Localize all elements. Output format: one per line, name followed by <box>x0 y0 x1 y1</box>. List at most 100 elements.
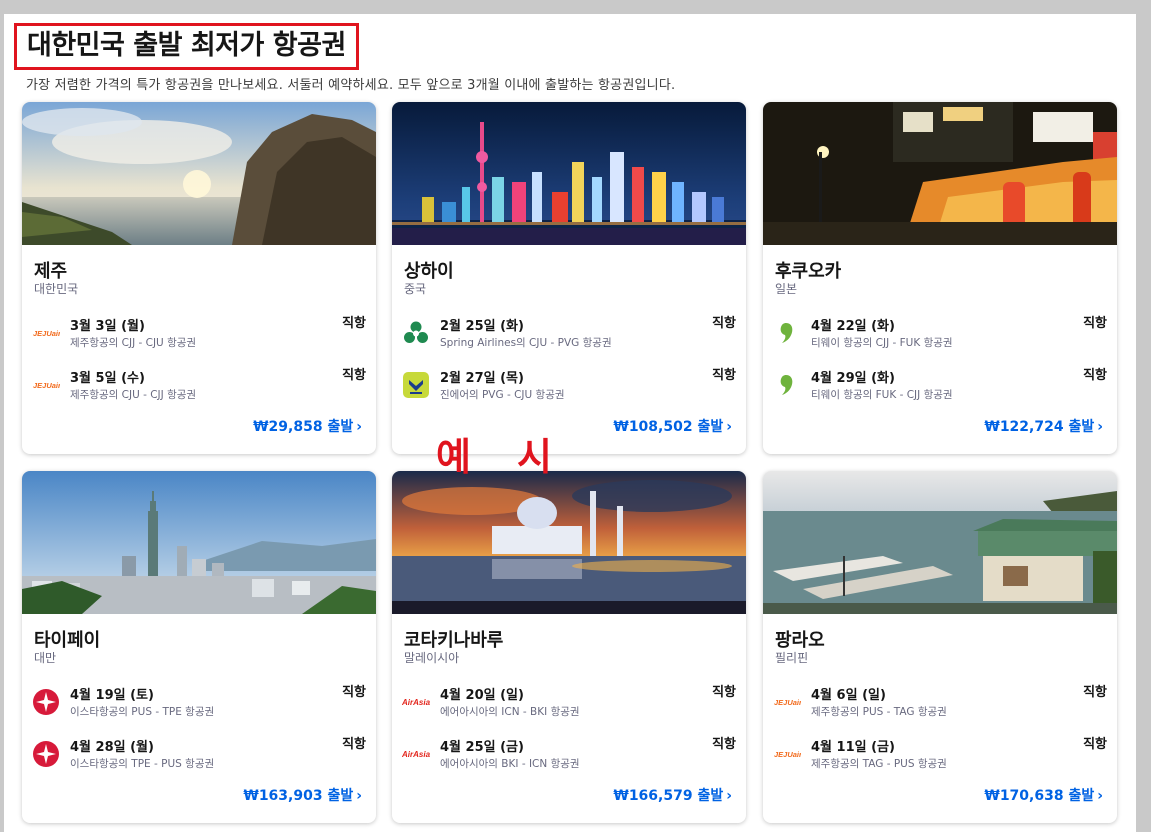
price-link[interactable]: ₩170,638 출발 › <box>984 785 1103 805</box>
airasia-logo-icon <box>402 740 430 768</box>
destination-photo-kota-kinabalu <box>392 471 746 614</box>
price-label: ₩29,858 출발 <box>253 419 354 435</box>
tway-logo-icon <box>773 319 801 347</box>
jejuair-logo-icon <box>32 319 60 347</box>
chevron-right-icon: › <box>356 419 362 435</box>
price-link[interactable]: ₩108,502 출발 › <box>613 416 732 436</box>
flight-row: 4월 22일 (화) 티웨이 항공의 CJJ - FUK 항공권 직항 <box>763 315 1117 355</box>
flight-date: 4월 11일 (금) <box>811 740 895 755</box>
flight-route: 진에어의 PVG - CJU 항공권 <box>440 389 565 401</box>
flight-route: 이스타항공의 TPE - PUS 항공권 <box>70 758 215 770</box>
flight-row: 3월 3일 (월) 제주항공의 CJJ - CJU 항공권 직항 <box>22 315 376 355</box>
example-annotation: 예시 <box>436 426 554 481</box>
destination-country: 중국 <box>404 282 427 296</box>
flight-route: 에어아시아의 ICN - BKI 항공권 <box>440 706 580 718</box>
price-link[interactable]: ₩166,579 출발 › <box>613 785 732 805</box>
flight-row: 3월 5일 (수) 제주항공의 CJU - CJJ 항공권 직항 <box>22 367 376 407</box>
flight-type: 직항 <box>342 316 366 331</box>
deal-card-kota-kinabalu[interactable]: 코타키나바루 말레이시아 4월 20일 (일) 에어아시아의 ICN - BKI… <box>392 471 746 823</box>
flight-type: 직항 <box>1083 685 1107 700</box>
page-title: 대한민국 출발 최저가 항공권 <box>14 23 359 70</box>
flight-route: 이스타항공의 PUS - TPE 항공권 <box>70 706 215 718</box>
flight-type: 직항 <box>712 316 736 331</box>
flight-row: 4월 28일 (월) 이스타항공의 TPE - PUS 항공권 직항 <box>22 736 376 776</box>
chevron-right-icon: › <box>726 788 732 804</box>
deal-card-jeju[interactable]: 제주 대한민국 3월 3일 (월) 제주항공의 CJJ - CJU 항공권 직항… <box>22 102 376 454</box>
destination-photo-shanghai <box>392 102 746 245</box>
deal-card-shanghai[interactable]: 상하이 중국 2월 25일 (화) Spring Airlines의 CJU -… <box>392 102 746 454</box>
flight-route: 에어아시아의 BKI - ICN 항공권 <box>440 758 580 770</box>
flight-date: 3월 5일 (수) <box>70 371 145 386</box>
chevron-right-icon: › <box>356 788 362 804</box>
price-label: ₩122,724 출발 <box>984 419 1095 435</box>
spring-airlines-logo-icon <box>402 319 430 347</box>
price-label: ₩170,638 출발 <box>984 788 1095 804</box>
deal-card-panglao[interactable]: 팡라오 필리핀 4월 6일 (일) 제주항공의 PUS - TAG 항공권 직항… <box>763 471 1117 823</box>
flight-route: 제주항공의 TAG - PUS 항공권 <box>811 758 947 770</box>
deal-card-fukuoka[interactable]: 후쿠오카 일본 4월 22일 (화) 티웨이 항공의 CJJ - FUK 항공권… <box>763 102 1117 454</box>
flight-type: 직항 <box>1083 737 1107 752</box>
flight-route: 제주항공의 CJU - CJJ 항공권 <box>70 389 197 401</box>
flight-row: 4월 25일 (금) 에어아시아의 BKI - ICN 항공권 직항 <box>392 736 746 776</box>
destination-photo-fukuoka <box>763 102 1117 245</box>
flight-route: 티웨이 항공의 CJJ - FUK 항공권 <box>811 337 953 349</box>
flight-date: 4월 22일 (화) <box>811 319 895 334</box>
flight-date: 4월 6일 (일) <box>811 688 886 703</box>
jejuair-logo-icon <box>32 371 60 399</box>
price-link[interactable]: ₩122,724 출발 › <box>984 416 1103 436</box>
flight-type: 직항 <box>712 737 736 752</box>
jejuair-logo-icon <box>773 740 801 768</box>
flight-type: 직항 <box>342 685 366 700</box>
flight-row: 4월 20일 (일) 에어아시아의 ICN - BKI 항공권 직항 <box>392 684 746 724</box>
flight-date: 4월 29일 (화) <box>811 371 895 386</box>
flight-date: 4월 19일 (토) <box>70 688 154 703</box>
destination-country: 말레이시아 <box>404 651 460 665</box>
chevron-right-icon: › <box>1097 788 1103 804</box>
flight-route: Spring Airlines의 CJU - PVG 항공권 <box>440 337 612 349</box>
tway-logo-icon <box>773 371 801 399</box>
flight-date: 2월 25일 (화) <box>440 319 524 334</box>
chevron-right-icon: › <box>1097 419 1103 435</box>
flight-row: 2월 27일 (목) 진에어의 PVG - CJU 항공권 직항 <box>392 367 746 407</box>
flight-type: 직항 <box>712 685 736 700</box>
flight-date: 2월 27일 (목) <box>440 371 524 386</box>
airasia-logo-icon <box>402 688 430 716</box>
price-link[interactable]: ₩29,858 출발 › <box>253 416 362 436</box>
flight-route: 티웨이 항공의 FUK - CJJ 항공권 <box>811 389 953 401</box>
flight-row: 4월 19일 (토) 이스타항공의 PUS - TPE 항공권 직항 <box>22 684 376 724</box>
flight-type: 직항 <box>342 368 366 383</box>
flight-row: 4월 11일 (금) 제주항공의 TAG - PUS 항공권 직항 <box>763 736 1117 776</box>
destination-country: 대만 <box>34 651 57 665</box>
deal-card-taipei[interactable]: 타이페이 대만 4월 19일 (토) 이스타항공의 PUS - TPE 항공권 … <box>22 471 376 823</box>
destination-photo-panglao <box>763 471 1117 614</box>
destination-country: 일본 <box>775 282 798 296</box>
annotation-left: 예 <box>436 435 473 479</box>
eastarjet-logo-icon <box>32 740 60 768</box>
page-subtitle: 가장 저렴한 가격의 특가 항공권을 만나보세요. 서둘러 예약하세요. 모두 … <box>26 78 676 93</box>
flight-row: 4월 6일 (일) 제주항공의 PUS - TAG 항공권 직항 <box>763 684 1117 724</box>
price-label: ₩166,579 출발 <box>613 788 724 804</box>
jejuair-logo-icon <box>773 688 801 716</box>
flight-route: 제주항공의 PUS - TAG 항공권 <box>811 706 947 718</box>
destination-photo-jeju <box>22 102 376 245</box>
annotation-right: 시 <box>516 435 554 479</box>
flight-date: 3월 3일 (월) <box>70 319 145 334</box>
price-label: ₩163,903 출발 <box>243 788 354 804</box>
destination-country: 필리핀 <box>775 651 809 665</box>
eastarjet-logo-icon <box>32 688 60 716</box>
flight-date: 4월 20일 (일) <box>440 688 524 703</box>
price-link[interactable]: ₩163,903 출발 › <box>243 785 362 805</box>
flight-row: 2월 25일 (화) Spring Airlines의 CJU - PVG 항공… <box>392 315 746 355</box>
jinair-logo-icon <box>402 371 430 399</box>
flight-type: 직항 <box>1083 316 1107 331</box>
flight-row: 4월 29일 (화) 티웨이 항공의 FUK - CJJ 항공권 직항 <box>763 367 1117 407</box>
flight-type: 직항 <box>342 737 366 752</box>
destination-photo-taipei <box>22 471 376 614</box>
flight-route: 제주항공의 CJJ - CJU 항공권 <box>70 337 197 349</box>
price-label: ₩108,502 출발 <box>613 419 724 435</box>
flight-type: 직항 <box>1083 368 1107 383</box>
destination-country: 대한민국 <box>34 282 79 296</box>
flight-date: 4월 25일 (금) <box>440 740 524 755</box>
flight-date: 4월 28일 (월) <box>70 740 154 755</box>
chevron-right-icon: › <box>726 419 732 435</box>
